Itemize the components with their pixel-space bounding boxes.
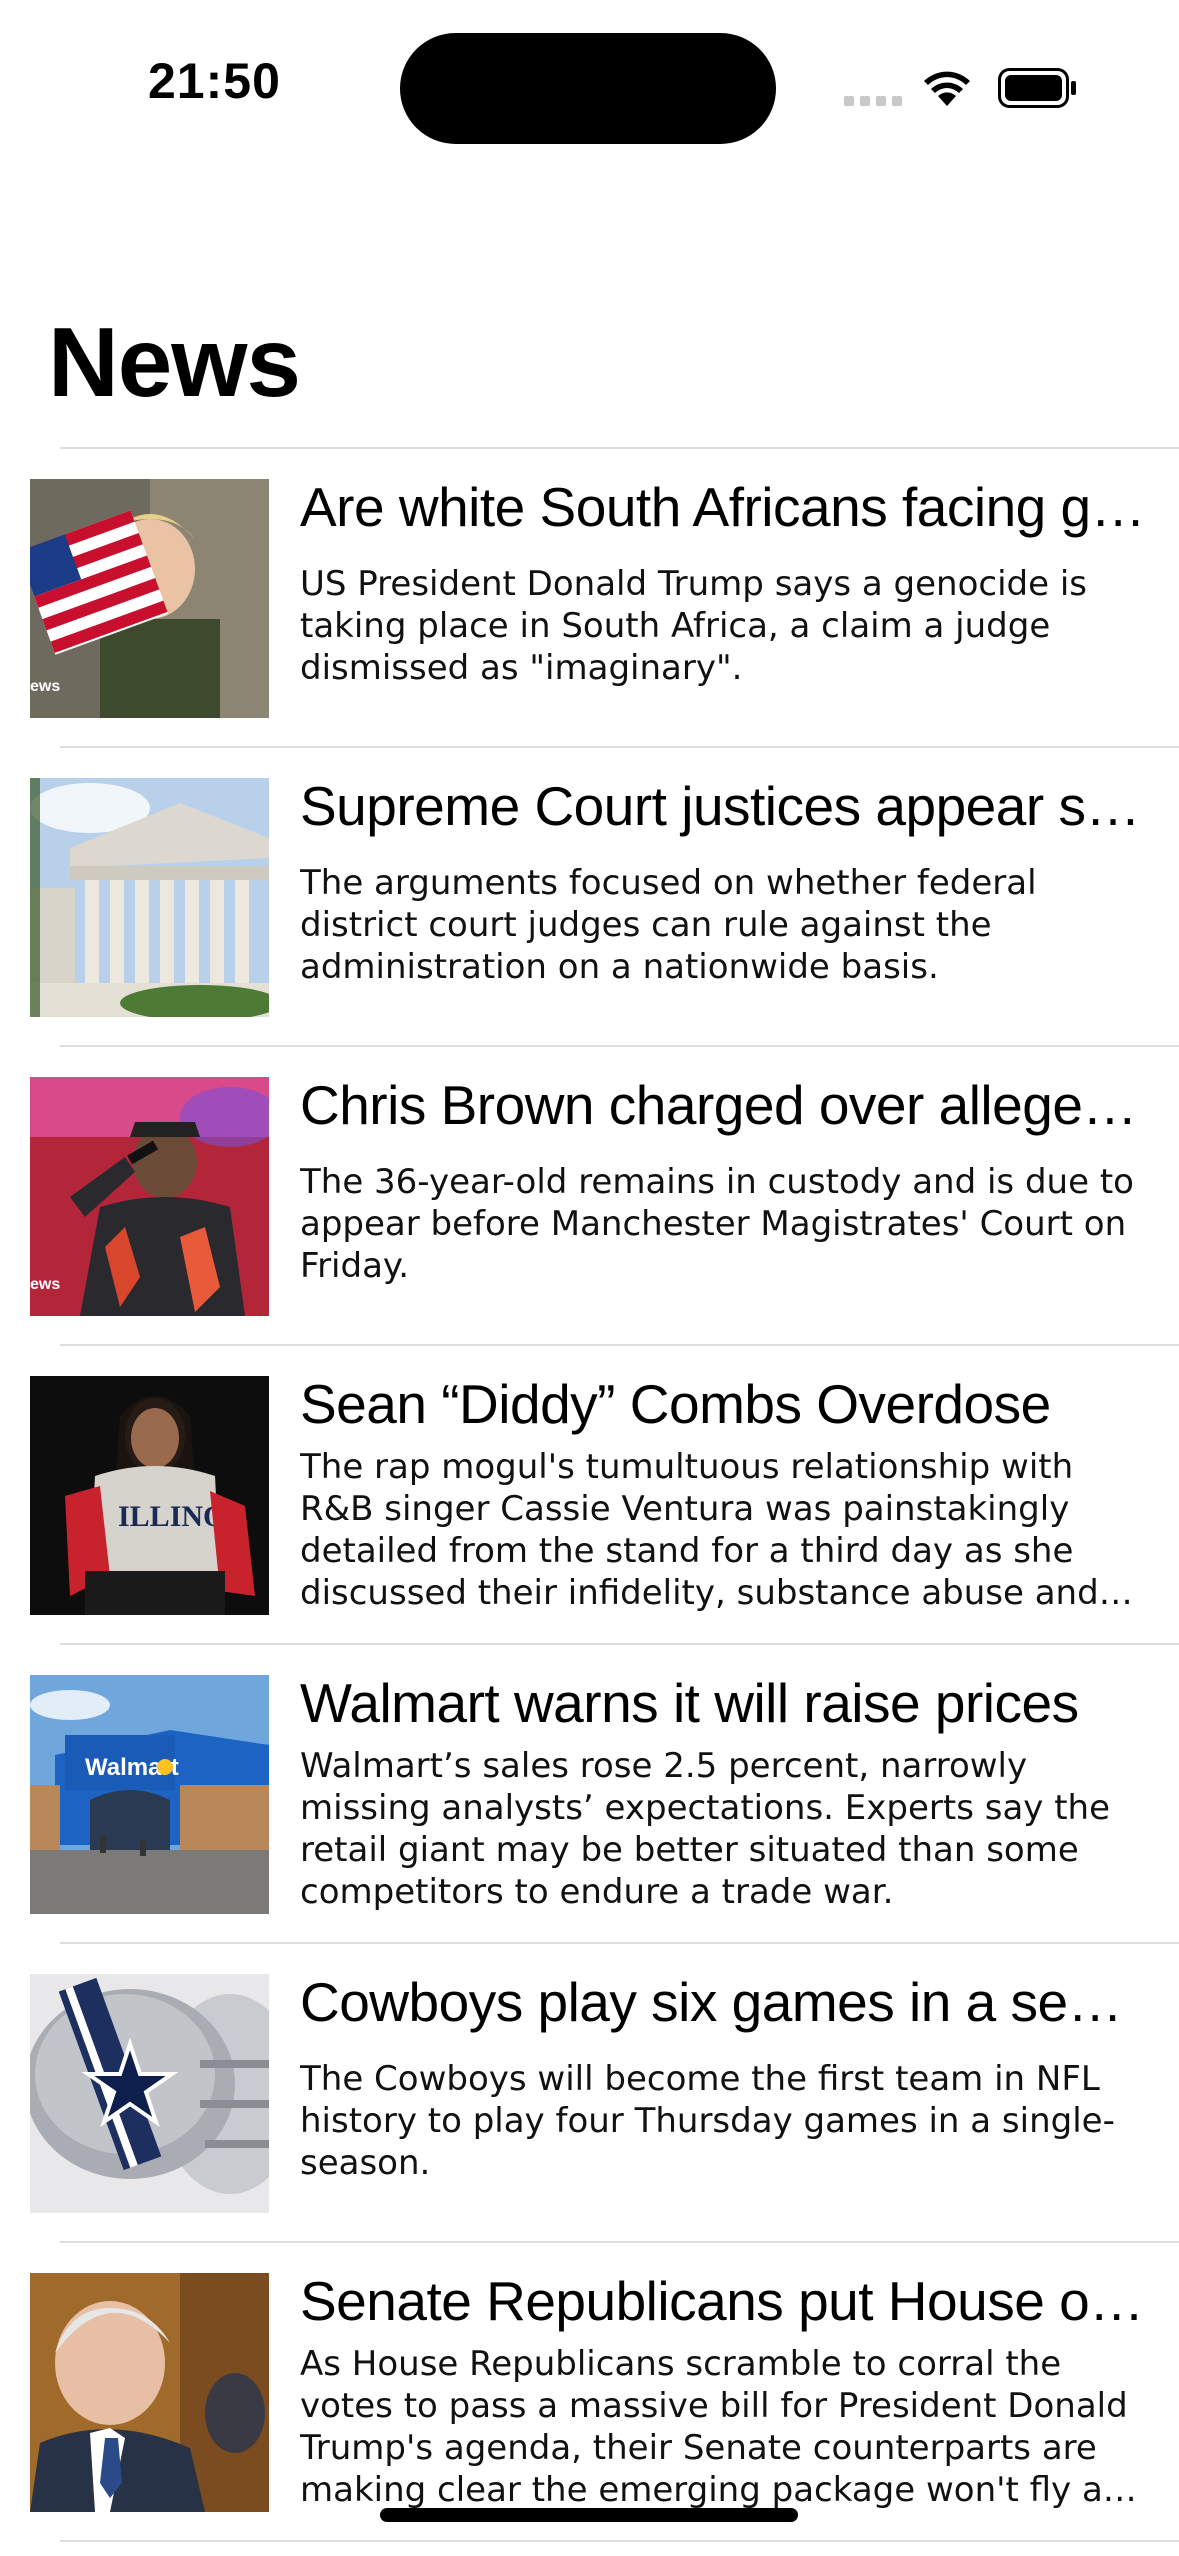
home-indicator[interactable] <box>380 2508 798 2522</box>
news-row[interactable]: Supreme Court justices appear skeptical … <box>0 748 1179 1045</box>
thumbnail-watermark: ews <box>30 1276 60 1293</box>
article-summary: The Cowboys will become the first team i… <box>300 2059 1115 2183</box>
performer-photo-icon: ews <box>30 1077 269 1316</box>
article-headline: Chris Brown charged over alleged attack <box>300 1074 1150 1136</box>
article-headline: Supreme Court justices appear skeptical <box>300 775 1150 837</box>
news-row[interactable]: ews Are white South Africans facing geno… <box>0 449 1179 746</box>
divider <box>60 2540 1179 2542</box>
article-summary: As House Republicans scramble to corral … <box>300 2344 1128 2510</box>
supreme-court-building-photo-icon <box>30 778 269 1017</box>
wifi-icon <box>924 71 970 106</box>
page-title: News <box>48 307 301 417</box>
senator-photo-icon <box>30 2273 269 2512</box>
news-row[interactable]: Cowboys play six games in a season The C… <box>0 1944 1179 2241</box>
news-row[interactable]: ews Chris Brown charged over alleged att… <box>0 1047 1179 1344</box>
article-headline: Cowboys play six games in a season <box>300 1971 1150 2033</box>
battery-icon <box>998 68 1076 108</box>
article-headline: Sean “Diddy” Combs Overdose <box>300 1373 1051 1435</box>
status-bar: 21:50 <box>0 0 1179 150</box>
cellular-signal-icon <box>844 96 904 106</box>
news-row[interactable]: Walmart Walmart warns it will raise pric… <box>0 1645 1179 1942</box>
article-summary: The rap mogul's tumultuous relationship … <box>300 1447 1099 1613</box>
news-row[interactable]: ILLINOI Sean “Diddy” Combs Overdose The … <box>0 1346 1179 1643</box>
article-summary: The 36-year-old remains in custody and i… <box>300 1162 1134 1286</box>
walmart-store-photo-icon: Walmart <box>30 1675 269 1914</box>
portrait-photo-icon: ILLINOI <box>30 1376 269 1615</box>
football-helmet-photo-icon <box>30 1974 269 2213</box>
article-headline: Are white South Africans facing genocide… <box>300 476 1150 538</box>
article-headline: Walmart warns it will raise prices <box>300 1672 1079 1734</box>
thumbnail-watermark: ews <box>30 678 60 695</box>
article-summary: US President Donald Trump says a genocid… <box>300 564 1087 688</box>
news-list: ews Are white South Africans facing geno… <box>0 447 1179 2542</box>
article-summary: The arguments focused on whether federal… <box>300 863 1037 987</box>
article-headline: Senate Republicans put House on notice <box>300 2270 1150 2332</box>
flag-child-photo-icon: ews <box>30 479 269 718</box>
status-time: 21:50 <box>148 53 281 109</box>
dynamic-island <box>400 33 776 144</box>
article-summary: Walmart’s sales rose 2.5 percent, narrow… <box>300 1746 1111 1912</box>
news-row[interactable]: Senate Republicans put House on notice A… <box>0 2243 1179 2540</box>
